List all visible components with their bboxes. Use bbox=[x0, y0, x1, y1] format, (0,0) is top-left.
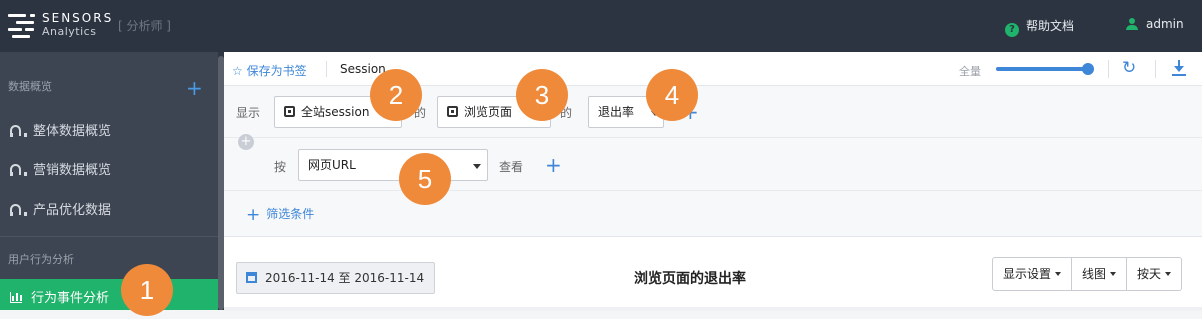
help-icon: ? bbox=[1005, 23, 1019, 37]
calendar-icon bbox=[246, 272, 257, 283]
display-settings-button[interactable]: 显示设置 bbox=[993, 258, 1073, 290]
date-range-value: 2016-11-14 至 2016-11-14 bbox=[265, 271, 425, 285]
display-settings-label: 显示设置 bbox=[1003, 267, 1052, 281]
callout-badge-2: 2 bbox=[370, 69, 422, 121]
chart-area-edge bbox=[224, 307, 1202, 311]
help-docs-link[interactable]: ? 帮助文档 bbox=[1005, 17, 1074, 37]
callout-badge-1: 1 bbox=[121, 264, 173, 316]
role-label: [ 分析师 ] bbox=[118, 19, 171, 33]
sidebar-item-label: 行为事件分析 bbox=[31, 291, 110, 306]
bookmark-label: 保存为书签 bbox=[246, 64, 307, 78]
by-label: 按 bbox=[274, 160, 287, 174]
metric-select-value: 退出率 bbox=[598, 105, 635, 119]
session-select-value: 全站session bbox=[301, 105, 370, 119]
view-label: 查看 bbox=[499, 160, 524, 174]
chart-title: 浏览页面的退出率 bbox=[634, 271, 746, 287]
sampling-slider[interactable] bbox=[996, 63, 1094, 75]
star-icon: ☆ bbox=[232, 64, 243, 78]
chevron-down-icon bbox=[1165, 272, 1172, 276]
groupby-select-value: 网页URL bbox=[308, 158, 356, 172]
zoom-label: 全量 bbox=[959, 65, 981, 78]
chart-type-button[interactable]: 线图 bbox=[1072, 258, 1128, 290]
session-icon bbox=[284, 106, 295, 117]
sidebar-item-product[interactable]: 产品优化数据 bbox=[10, 199, 111, 218]
chevron-down-icon bbox=[1110, 272, 1117, 276]
add-filter-button[interactable]: + 筛选条件 bbox=[246, 205, 314, 225]
date-range-picker[interactable]: 2016-11-14 至 2016-11-14 bbox=[236, 262, 435, 294]
callout-badge-3: 3 bbox=[516, 69, 568, 121]
slider-handle[interactable] bbox=[1082, 63, 1094, 75]
callout-badge-5: 5 bbox=[399, 153, 451, 205]
slider-fill bbox=[996, 67, 1088, 71]
result-panel: 2016-11-14 至 2016-11-14 浏览页面的退出率 显示设置 线图… bbox=[224, 236, 1202, 311]
toolbar: ☆ 保存为书签 Session 全量 ↻ bbox=[224, 52, 1202, 86]
plus-icon: + bbox=[246, 205, 261, 225]
brand-name: SENSORS bbox=[42, 11, 114, 25]
sidebar: 数据概览 + 整体数据概览 营销数据概览 产品优化数据 用户行为分析 行为事件分… bbox=[0, 52, 224, 310]
user-name: admin bbox=[1146, 17, 1184, 31]
user-menu[interactable]: admin bbox=[1126, 17, 1184, 31]
groupby-row: 按 网页URL 查看 + bbox=[224, 139, 1202, 191]
chart-options: 显示设置 线图 按天 bbox=[992, 257, 1183, 291]
sidebar-item-overall[interactable]: 整体数据概览 bbox=[10, 120, 111, 139]
sensors-logo-icon[interactable] bbox=[8, 12, 38, 40]
sidebar-item-label: 整体数据概览 bbox=[33, 124, 112, 139]
bar-chart-icon bbox=[10, 292, 22, 303]
dashboard-icon bbox=[10, 204, 27, 216]
sidebar-divider bbox=[0, 236, 220, 237]
granularity-button[interactable]: 按天 bbox=[1127, 258, 1181, 290]
add-groupby-button[interactable]: + bbox=[545, 155, 562, 175]
event-select-value: 浏览页面 bbox=[464, 105, 513, 119]
dashboard-icon bbox=[10, 125, 27, 137]
chevron-down-icon bbox=[473, 164, 481, 169]
toolbar-divider bbox=[1155, 60, 1156, 78]
sidebar-section-overview: 数据概览 bbox=[8, 80, 52, 93]
groupby-select[interactable]: 网页URL bbox=[298, 149, 488, 181]
granularity-label: 按天 bbox=[1137, 267, 1162, 281]
sidebar-item-marketing[interactable]: 营销数据概览 bbox=[10, 159, 111, 178]
chevron-down-icon bbox=[1055, 272, 1062, 276]
top-bar: SENSORS Analytics [ 分析师 ] ? 帮助文档 admin bbox=[0, 0, 1202, 52]
sidebar-section-behavior: 用户行为分析 bbox=[8, 253, 74, 266]
brand: SENSORS Analytics bbox=[42, 11, 114, 39]
toolbar-divider bbox=[1108, 60, 1109, 78]
save-bookmark-button[interactable]: ☆ 保存为书签 bbox=[232, 62, 307, 79]
help-label: 帮助文档 bbox=[1026, 19, 1075, 33]
toolbar-divider bbox=[326, 61, 327, 77]
refresh-icon[interactable]: ↻ bbox=[1122, 58, 1136, 78]
sidebar-item-event-analysis[interactable]: 行为事件分析 bbox=[0, 279, 220, 310]
brand-sub: Analytics bbox=[42, 25, 97, 38]
user-icon bbox=[1126, 18, 1138, 30]
sidebar-item-label: 产品优化数据 bbox=[33, 203, 112, 218]
show-label: 显示 bbox=[236, 106, 261, 120]
callout-badge-4: 4 bbox=[646, 69, 698, 121]
chart-type-label: 线图 bbox=[1082, 267, 1107, 281]
query-builder: 显示 全站session 的 浏览页面 的 退出率 + + 按 网页URL 查看… bbox=[224, 86, 1202, 236]
dashboard-icon bbox=[10, 164, 27, 176]
download-icon[interactable] bbox=[1172, 59, 1186, 77]
event-icon bbox=[447, 106, 458, 117]
sidebar-item-label: 营销数据概览 bbox=[33, 163, 112, 178]
filter-label: 筛选条件 bbox=[266, 207, 315, 221]
add-overview-button[interactable]: + bbox=[186, 78, 203, 98]
